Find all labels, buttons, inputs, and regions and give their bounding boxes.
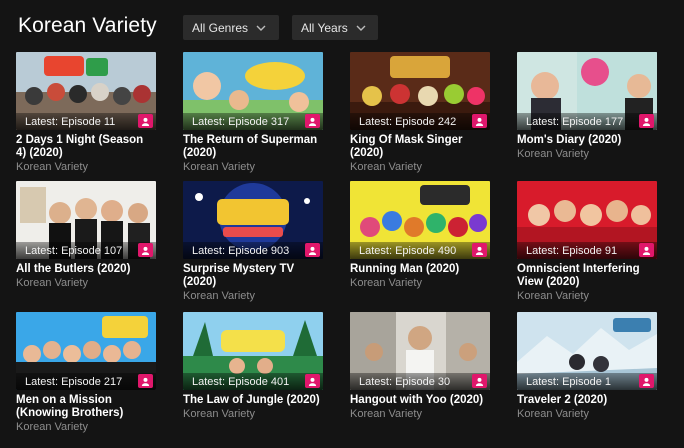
show-title[interactable]: Running Man (2020) <box>350 263 490 276</box>
latest-episode-label: Latest: Episode 91 <box>517 242 657 259</box>
show-title[interactable]: Hangout with Yoo (2020) <box>350 394 490 407</box>
year-filter-dropdown[interactable]: All Years <box>292 15 378 40</box>
show-card[interactable]: Latest: Episode 217 Men on a Mission (Kn… <box>16 312 156 434</box>
show-title[interactable]: Omniscient Interfering View (2020) <box>517 263 657 289</box>
show-card[interactable]: Latest: Episode 242 King Of Mask Singer … <box>350 52 490 174</box>
genre-filter-label: All Genres <box>192 20 249 35</box>
show-title[interactable]: The Return of Superman (2020) <box>183 134 323 160</box>
latest-episode-label: Latest: Episode 107 <box>16 242 156 259</box>
show-category: Korean Variety <box>183 408 255 420</box>
latest-episode-label: Latest: Episode 177 <box>517 113 657 130</box>
show-category: Korean Variety <box>350 161 422 173</box>
header: Korean Variety <box>18 10 157 42</box>
show-thumbnail[interactable]: Latest: Episode 903 <box>183 181 323 259</box>
show-category: Korean Variety <box>183 290 255 302</box>
latest-episode-label: Latest: Episode 217 <box>16 373 156 390</box>
show-card[interactable]: Latest: Episode 30 Hangout with Yoo (202… <box>350 312 490 421</box>
latest-episode-label: Latest: Episode 903 <box>183 242 323 259</box>
latest-episode-label: Latest: Episode 11 <box>16 113 156 130</box>
show-card[interactable]: Latest: Episode 11 2 Days 1 Night (Seaso… <box>16 52 156 174</box>
show-category: Korean Variety <box>183 161 255 173</box>
show-thumbnail[interactable]: Latest: Episode 317 <box>183 52 323 130</box>
show-title[interactable]: Surprise Mystery TV (2020) <box>183 263 323 289</box>
person-icon <box>639 114 654 128</box>
show-card[interactable]: Latest: Episode 177 Mom's Diary (2020) K… <box>517 52 657 161</box>
show-title[interactable]: All the Butlers (2020) <box>16 263 156 276</box>
show-title[interactable]: 2 Days 1 Night (Season 4) (2020) <box>16 134 156 160</box>
show-category: Korean Variety <box>517 148 589 160</box>
latest-episode-label: Latest: Episode 1 <box>517 373 657 390</box>
show-thumbnail[interactable]: Latest: Episode 177 <box>517 52 657 130</box>
show-thumbnail[interactable]: Latest: Episode 242 <box>350 52 490 130</box>
latest-episode-label: Latest: Episode 317 <box>183 113 323 130</box>
show-card[interactable]: Latest: Episode 490 Running Man (2020) K… <box>350 181 490 290</box>
show-thumbnail[interactable]: Latest: Episode 30 <box>350 312 490 390</box>
show-category: Korean Variety <box>350 408 422 420</box>
person-icon <box>305 374 320 388</box>
latest-episode-label: Latest: Episode 242 <box>350 113 490 130</box>
show-card[interactable]: Latest: Episode 91 Omniscient Interferin… <box>517 181 657 303</box>
genre-filter-dropdown[interactable]: All Genres <box>183 15 279 40</box>
person-icon <box>138 374 153 388</box>
show-thumbnail[interactable]: Latest: Episode 11 <box>16 52 156 130</box>
latest-episode-label: Latest: Episode 30 <box>350 373 490 390</box>
show-thumbnail[interactable]: Latest: Episode 107 <box>16 181 156 259</box>
page-title: Korean Variety <box>18 14 157 37</box>
person-icon <box>138 243 153 257</box>
person-icon <box>305 114 320 128</box>
show-category: Korean Variety <box>350 277 422 289</box>
show-card[interactable]: Latest: Episode 107 All the Butlers (202… <box>16 181 156 290</box>
show-card[interactable]: Latest: Episode 1 Traveler 2 (2020) Kore… <box>517 312 657 421</box>
person-icon <box>472 374 487 388</box>
show-card[interactable]: Latest: Episode 903 Surprise Mystery TV … <box>183 181 323 303</box>
person-icon <box>305 243 320 257</box>
latest-episode-label: Latest: Episode 401 <box>183 373 323 390</box>
show-thumbnail[interactable]: Latest: Episode 217 <box>16 312 156 390</box>
latest-episode-label: Latest: Episode 490 <box>350 242 490 259</box>
show-category: Korean Variety <box>16 277 88 289</box>
person-icon <box>138 114 153 128</box>
person-icon <box>472 243 487 257</box>
show-category: Korean Variety <box>517 408 589 420</box>
chevron-down-icon <box>256 23 266 33</box>
show-card[interactable]: Latest: Episode 401 The Law of Jungle (2… <box>183 312 323 421</box>
show-card[interactable]: Latest: Episode 317 The Return of Superm… <box>183 52 323 174</box>
show-title[interactable]: The Law of Jungle (2020) <box>183 394 323 407</box>
chevron-down-icon <box>356 23 366 33</box>
show-category: Korean Variety <box>517 290 589 302</box>
show-category: Korean Variety <box>16 421 88 433</box>
show-thumbnail[interactable]: Latest: Episode 1 <box>517 312 657 390</box>
person-icon <box>639 374 654 388</box>
show-title[interactable]: Mom's Diary (2020) <box>517 134 657 147</box>
show-title[interactable]: Traveler 2 (2020) <box>517 394 657 407</box>
person-icon <box>639 243 654 257</box>
show-title[interactable]: Men on a Mission (Knowing Brothers) (202… <box>16 394 156 420</box>
show-title[interactable]: King Of Mask Singer (2020) <box>350 134 490 160</box>
show-thumbnail[interactable]: Latest: Episode 401 <box>183 312 323 390</box>
show-thumbnail[interactable]: Latest: Episode 91 <box>517 181 657 259</box>
show-thumbnail[interactable]: Latest: Episode 490 <box>350 181 490 259</box>
year-filter-label: All Years <box>301 20 348 35</box>
show-category: Korean Variety <box>16 161 88 173</box>
person-icon <box>472 114 487 128</box>
